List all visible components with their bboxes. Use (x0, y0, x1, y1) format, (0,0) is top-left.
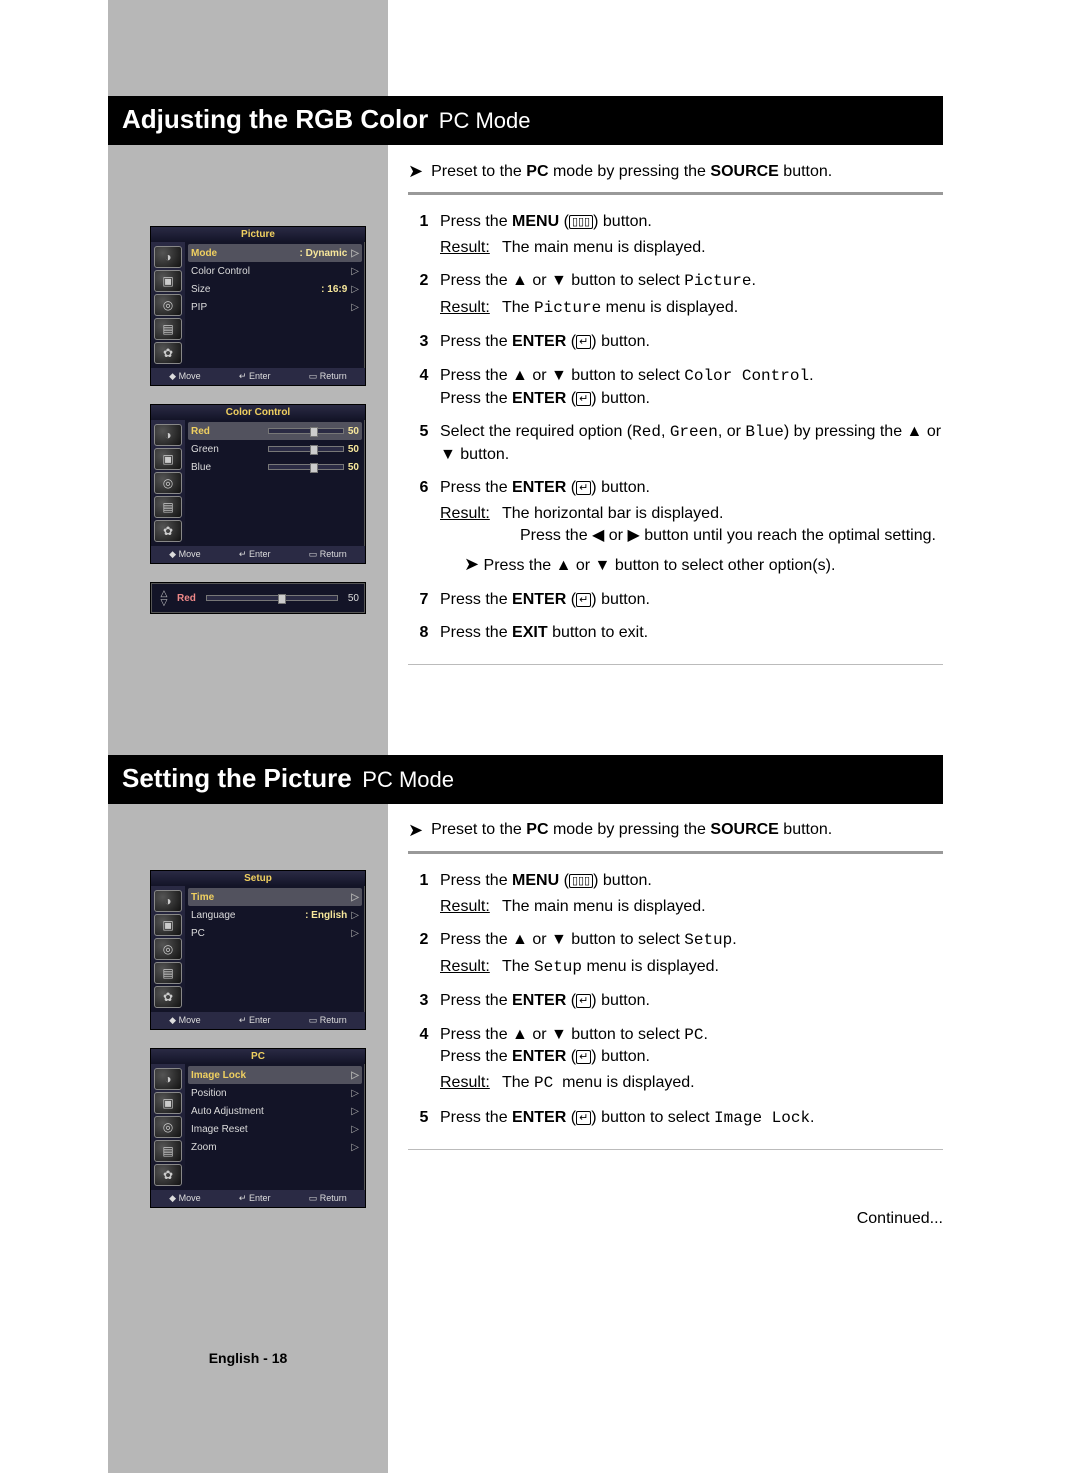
section1-header: Adjusting the RGB Color PC Mode (108, 96, 943, 145)
enter-icon: ↵ (576, 1050, 591, 1064)
arrow-right-icon: ➤ (464, 554, 479, 574)
divider (408, 192, 943, 195)
menu-icon: ▯▯▯ (569, 215, 593, 229)
enter-icon: ↵ (576, 994, 591, 1008)
enter-icon: ↵ (576, 1111, 591, 1125)
arrow-right-icon: ➤ (408, 820, 423, 841)
section2-title-sub: PC Mode (362, 767, 454, 792)
section1-steps: 1 Press the MENU (▯▯▯) button. Result: T… (408, 205, 943, 650)
divider (408, 851, 943, 854)
section2-steps: 1 Press the MENU (▯▯▯) button. Result: T… (408, 864, 943, 1135)
section1-title-bold: Adjusting the RGB Color (122, 104, 428, 134)
page-footer: English - 18 (108, 1350, 388, 1366)
section1-preset: ➤ Preset to the PC mode by pressing the … (408, 161, 943, 182)
arrow-right-icon: ➤ (408, 161, 423, 182)
menu-icon: ▯▯▯ (569, 874, 593, 888)
enter-icon: ↵ (576, 481, 591, 495)
section1-title-sub: PC Mode (439, 108, 531, 133)
enter-icon: ↵ (576, 335, 591, 349)
continued-text: Continued... (408, 1210, 943, 1228)
enter-icon: ↵ (576, 593, 591, 607)
section2-preset: ➤ Preset to the PC mode by pressing the … (408, 820, 943, 841)
section2-header: Setting the Picture PC Mode (108, 755, 943, 804)
section2-title-bold: Setting the Picture (122, 763, 352, 793)
enter-icon: ↵ (576, 392, 591, 406)
divider (408, 664, 943, 665)
divider (408, 1149, 943, 1150)
